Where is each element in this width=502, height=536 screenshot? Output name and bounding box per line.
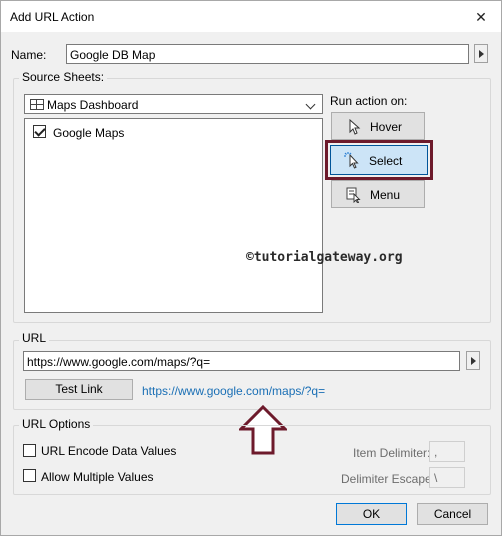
menu-icon: [346, 187, 361, 203]
dashboard-dropdown[interactable]: Maps Dashboard: [24, 94, 323, 114]
item-delimiter-label: Item Delimiter:: [353, 446, 431, 460]
window-title: Add URL Action: [10, 10, 95, 24]
click-cursor-icon: [344, 152, 359, 169]
run-action-label: Run action on:: [330, 94, 408, 108]
url-group-label: URL: [19, 331, 50, 345]
delimiter-escape-label: Delimiter Escape:: [341, 472, 436, 486]
list-item[interactable]: Google Maps: [25, 119, 322, 141]
dashboard-grid-icon: [30, 99, 44, 110]
hover-button-label: Hover: [370, 120, 403, 134]
select-button-label: Select: [369, 154, 403, 168]
url-insert-arrow-button[interactable]: [466, 351, 480, 370]
name-input[interactable]: Google DB Map: [66, 44, 469, 64]
menu-button-label: Menu: [370, 188, 401, 202]
name-insert-arrow-button[interactable]: [474, 44, 488, 63]
hover-button[interactable]: Hover: [331, 112, 425, 140]
sheet-label: Google Maps: [53, 126, 125, 140]
dashboard-dropdown-value: Maps Dashboard: [47, 98, 139, 112]
url-encode-label: URL Encode Data Values: [41, 444, 177, 458]
chevron-down-icon: [305, 99, 316, 110]
add-url-action-dialog: Add URL Action ✕ Name: Google DB Map Sou…: [0, 0, 502, 536]
url-preview-link[interactable]: https://www.google.com/maps/?q=: [142, 384, 325, 398]
title-bar: Add URL Action ✕: [1, 1, 501, 32]
menu-button[interactable]: Menu: [331, 180, 425, 208]
select-button[interactable]: Select: [330, 145, 428, 175]
url-encode-checkbox[interactable]: [23, 444, 36, 457]
allow-multiple-checkbox[interactable]: [23, 469, 36, 482]
cancel-button[interactable]: Cancel: [417, 503, 488, 525]
source-sheets-label: Source Sheets:: [19, 70, 108, 84]
item-delimiter-input[interactable]: ,: [429, 441, 465, 462]
close-button[interactable]: ✕: [471, 7, 491, 27]
watermark: ©tutorialgateway.org: [246, 250, 403, 265]
sheets-list: Google Maps: [24, 118, 323, 313]
cursor-icon: [349, 119, 361, 135]
delimiter-escape-input[interactable]: \: [429, 467, 465, 488]
allow-multiple-label: Allow Multiple Values: [41, 470, 154, 484]
google-maps-checkbox[interactable]: [33, 125, 46, 138]
name-label: Name:: [11, 48, 47, 62]
url-input[interactable]: https://www.google.com/maps/?q=: [23, 351, 460, 371]
url-options-label: URL Options: [19, 417, 94, 431]
test-link-button[interactable]: Test Link: [25, 379, 133, 400]
ok-button[interactable]: OK: [336, 503, 407, 525]
